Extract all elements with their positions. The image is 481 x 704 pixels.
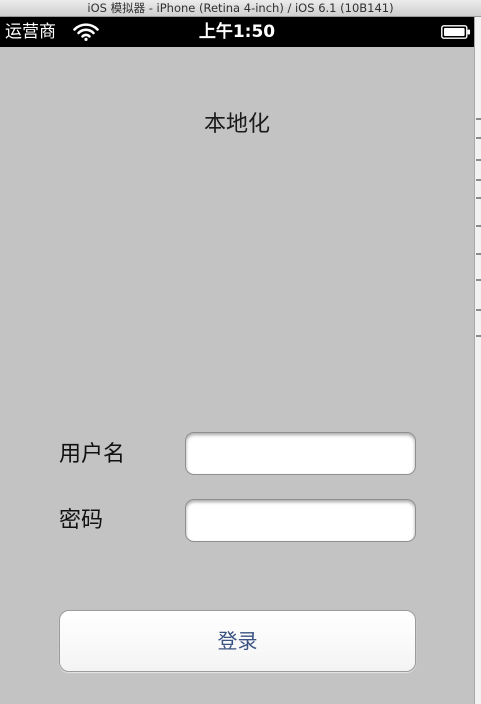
background-text-mark (476, 309, 481, 311)
background-text-mark (476, 253, 481, 255)
background-text-mark (476, 335, 481, 337)
status-bar: 运营商 上午1:50 (0, 17, 474, 47)
password-field[interactable] (185, 499, 416, 542)
background-text-mark (476, 225, 481, 227)
simulator-window: iOS 模拟器 - iPhone (Retina 4-inch) / iOS 6… (0, 0, 481, 704)
background-text-mark (476, 118, 481, 120)
device-screen: 运营商 上午1:50 本地化 用户名 密码 登录 (0, 17, 474, 704)
username-field[interactable] (185, 432, 416, 475)
simulator-title-bar: iOS 模拟器 - iPhone (Retina 4-inch) / iOS 6… (0, 0, 481, 17)
password-label: 密码 (59, 508, 104, 533)
battery-full-icon (441, 25, 470, 39)
background-text-mark (476, 137, 481, 139)
background-text-mark (476, 179, 481, 181)
status-time: 上午1:50 (198, 22, 276, 42)
simulator-title: iOS 模拟器 - iPhone (Retina 4-inch) / iOS 6… (87, 1, 394, 15)
background-text-mark (476, 279, 481, 281)
background-text-mark (476, 197, 481, 199)
background-text-mark (476, 159, 481, 161)
background-window-strip (474, 17, 481, 704)
page-title: 本地化 (203, 112, 270, 137)
login-button[interactable]: 登录 (59, 610, 416, 672)
login-button-label: 登录 (217, 629, 258, 653)
username-label: 用户名 (59, 442, 126, 467)
